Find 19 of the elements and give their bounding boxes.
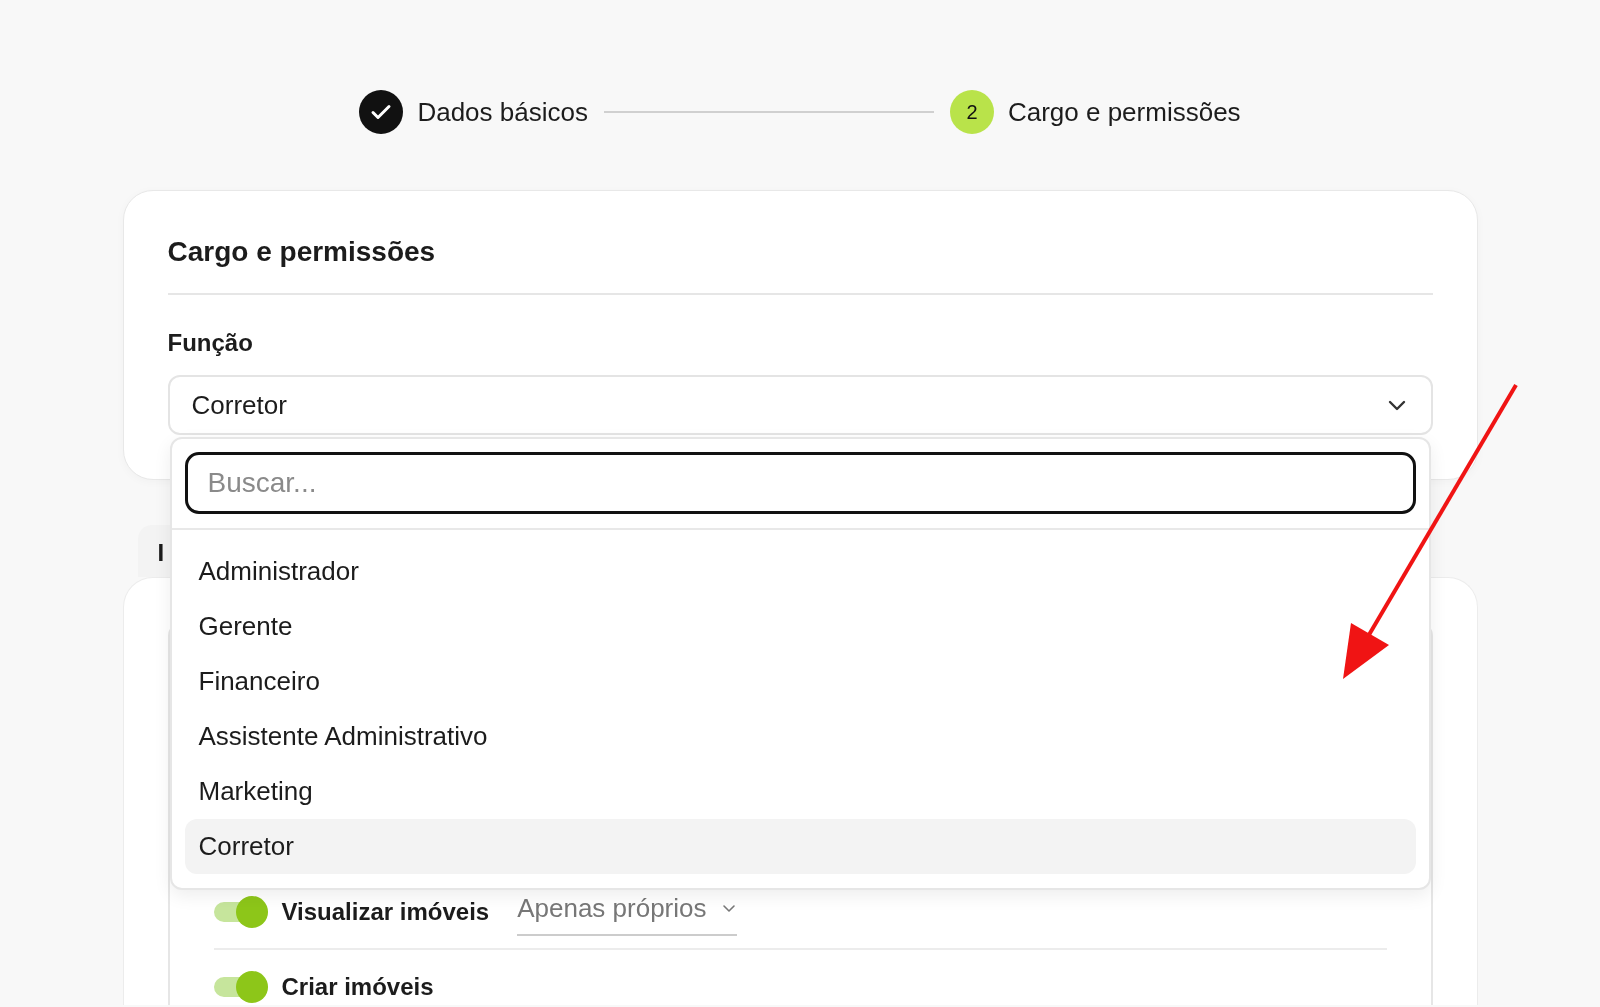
field-label: Função [167, 328, 254, 358]
step-label: Cargo e permissões [1007, 96, 1241, 129]
dropdown-option[interactable]: Financeiro [184, 654, 1416, 709]
dropdown-option[interactable]: Assistente Administrativo [184, 709, 1416, 764]
dropdown-option[interactable]: Corretor [184, 819, 1416, 874]
dropdown-option[interactable]: Gerente [184, 599, 1416, 654]
toggle-switch[interactable] [213, 896, 268, 928]
search-field[interactable]: Buscar... [184, 452, 1416, 514]
select-field[interactable]: Corretor [167, 375, 1433, 435]
step-number: 2 [949, 90, 994, 134]
card-title: Cargo e permissões [167, 231, 1433, 295]
dropdown-option[interactable]: Administrador [184, 544, 1416, 599]
permission-label: Visualizar imóveis [281, 897, 490, 927]
scope-dropdown[interactable]: Apenas próprios [517, 888, 737, 936]
dropdown-option[interactable]: Marketing [184, 764, 1416, 819]
tab-label: I [157, 539, 165, 566]
toggle-switch[interactable] [213, 971, 268, 1003]
step-label: Dados básicos [417, 96, 588, 129]
permission-label: Criar imóveis [281, 972, 434, 1002]
